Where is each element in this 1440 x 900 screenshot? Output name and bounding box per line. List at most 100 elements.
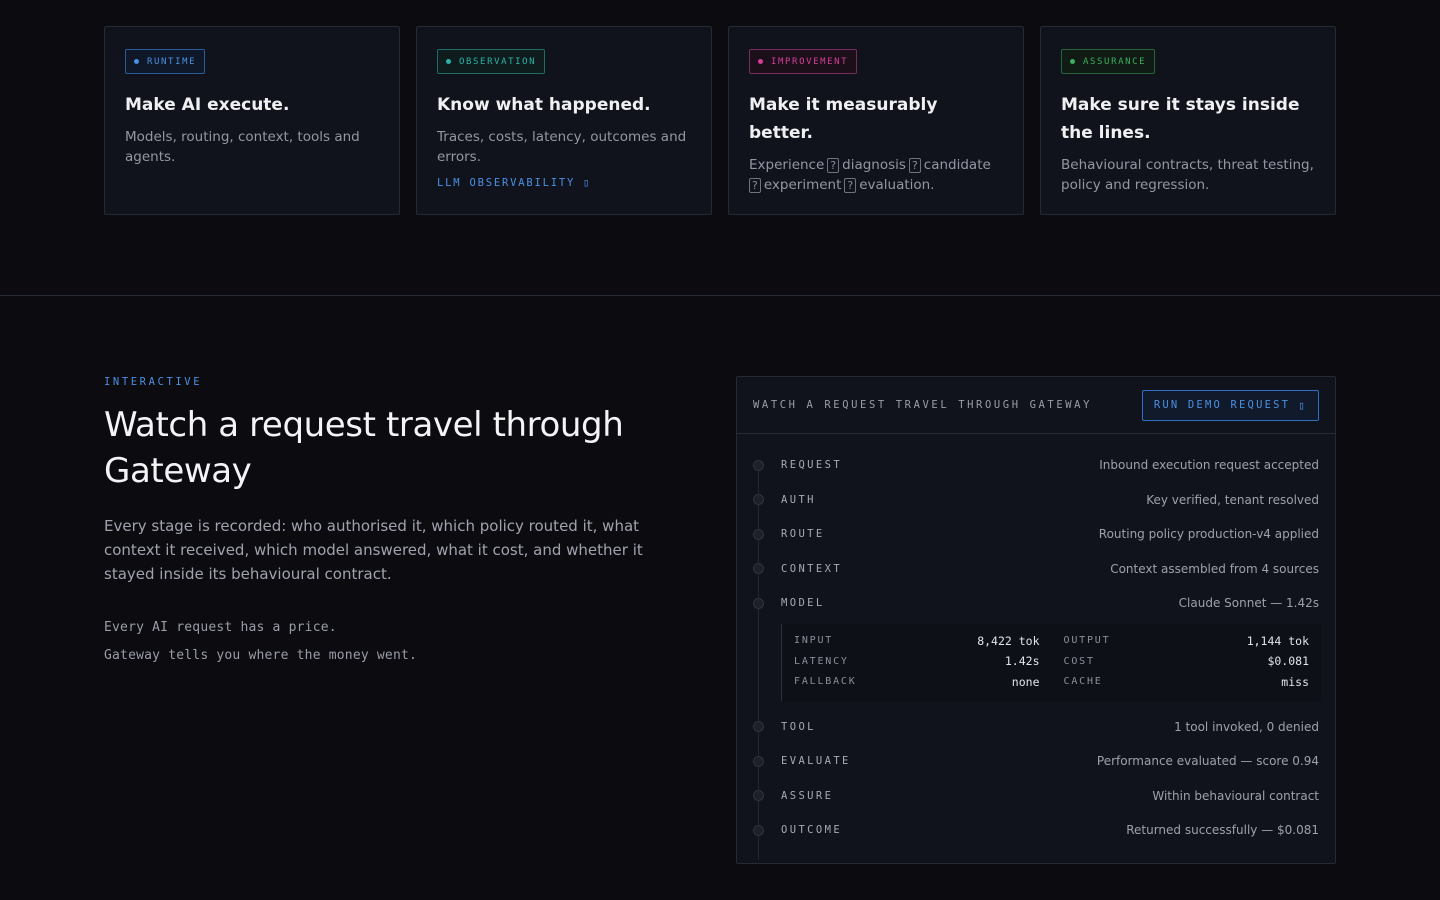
heading-line: Watch a request travel through bbox=[104, 405, 624, 445]
step-evaluate: EVALUATE Performance evaluated — score 0… bbox=[753, 744, 1319, 779]
step-label: ROUTE bbox=[781, 528, 825, 541]
step-node-icon bbox=[753, 824, 764, 836]
step-label: AUTH bbox=[781, 493, 816, 506]
metric-row: OUTPUT 1,144 tok bbox=[1064, 631, 1310, 652]
card-body: Models, routing, context, tools and agen… bbox=[125, 129, 360, 165]
step-detail: Within behavioural contract bbox=[1152, 788, 1319, 803]
section-divider bbox=[0, 295, 1440, 296]
step-context: CONTEXT Context assembled from 4 sources bbox=[753, 552, 1319, 587]
badge-label: IMPROVEMENT bbox=[771, 56, 849, 67]
section-heading: Watch a request travel through Gateway bbox=[104, 402, 684, 494]
step-label: ASSURE bbox=[781, 789, 834, 802]
metric-row: INPUT 8,422 tok bbox=[794, 631, 1040, 652]
step-detail: Routing policy production-v4 applied bbox=[1098, 527, 1319, 542]
badge-dot-icon bbox=[758, 59, 763, 64]
metric-row: CACHE miss bbox=[1064, 672, 1310, 693]
metric-value: 1.42s bbox=[1004, 654, 1040, 669]
metric-row: LATENCY 1.42s bbox=[794, 651, 1040, 672]
card-assurance: ASSURANCE Make sure it stays inside the … bbox=[1040, 26, 1336, 215]
badge-observation: OBSERVATION bbox=[437, 49, 546, 74]
card-improvement: IMPROVEMENT Make it measurably better. E… bbox=[728, 26, 1024, 215]
gateway-demo-panel: WATCH A REQUEST TRAVEL THROUGH GATEWAY R… bbox=[736, 376, 1336, 864]
panel-title: WATCH A REQUEST TRAVEL THROUGH GATEWAY bbox=[753, 399, 1093, 411]
eyebrow: INTERACTIVE bbox=[104, 376, 203, 388]
step-detail: Key verified, tenant resolved bbox=[1146, 492, 1319, 507]
metric-value: miss bbox=[1281, 674, 1309, 689]
step-detail: Inbound execution request accepted bbox=[1099, 458, 1319, 473]
badge-assurance: ASSURANCE bbox=[1061, 49, 1156, 74]
metric-row: COST $0.081 bbox=[1064, 651, 1310, 672]
badge-runtime: RUNTIME bbox=[125, 49, 206, 74]
step-detail: 1 tool invoked, 0 denied bbox=[1174, 719, 1319, 734]
feature-cards: RUNTIME Make AI execute. Models, routing… bbox=[104, 26, 1336, 215]
step-node-icon bbox=[753, 755, 764, 767]
step-route: ROUTE Routing policy production-v4 appli… bbox=[753, 517, 1319, 552]
step-label: CONTEXT bbox=[781, 562, 843, 575]
metric-value: 8,422 tok bbox=[977, 633, 1040, 648]
badge-label: ASSURANCE bbox=[1083, 56, 1147, 67]
step-node-icon bbox=[753, 597, 764, 609]
step-node-icon bbox=[753, 528, 764, 540]
badge-dot-icon bbox=[1070, 59, 1075, 64]
step-label: OUTCOME bbox=[781, 824, 843, 837]
step-detail: Performance evaluated — score 0.94 bbox=[1096, 754, 1319, 769]
body-part: experiment bbox=[763, 177, 842, 193]
llm-observability-link[interactable]: LLM OBSERVABILITY ▯ bbox=[437, 177, 591, 189]
step-detail: Claude Sonnet — 1.42s bbox=[1178, 596, 1319, 611]
step-tool: TOOL 1 tool invoked, 0 denied bbox=[753, 710, 1319, 745]
step-auth: AUTH Key verified, tenant resolved bbox=[753, 483, 1319, 518]
card-title: Make sure it stays inside the lines. bbox=[1061, 95, 1300, 143]
body-part: evaluation. bbox=[859, 177, 935, 193]
card-body: Traces, costs, latency, outcomes and err… bbox=[437, 129, 687, 165]
step-request: REQUEST Inbound execution request accept… bbox=[753, 448, 1319, 483]
arrow-icon: ? bbox=[844, 178, 857, 193]
metric-key: LATENCY bbox=[794, 655, 849, 667]
step-label: MODEL bbox=[781, 597, 825, 610]
badge-improvement: IMPROVEMENT bbox=[749, 49, 858, 74]
step-node-icon bbox=[753, 790, 764, 802]
step-node-icon bbox=[753, 494, 764, 506]
badge-label: RUNTIME bbox=[147, 56, 197, 67]
step-detail: Context assembled from 4 sources bbox=[1110, 561, 1319, 576]
card-title: Make it measurably better. bbox=[749, 95, 938, 143]
run-demo-request-button[interactable]: RUN DEMO REQUEST ▯ bbox=[1141, 389, 1319, 421]
step-node-icon bbox=[753, 563, 764, 575]
metric-key: COST bbox=[1063, 655, 1095, 667]
badge-dot-icon bbox=[446, 59, 451, 64]
metric-row: FALLBACK none bbox=[794, 672, 1040, 693]
step-label: EVALUATE bbox=[781, 755, 851, 768]
interactive-intro: INTERACTIVE Watch a request travel throu… bbox=[104, 376, 684, 663]
card-title: Make AI execute. bbox=[125, 95, 290, 115]
metric-key: CACHE bbox=[1063, 676, 1103, 688]
metrics-left: INPUT 8,422 tok LATENCY 1.42s FALLBACK none bbox=[794, 631, 1040, 701]
play-icon: ▯ bbox=[1298, 398, 1307, 412]
arrow-icon: ? bbox=[908, 158, 921, 173]
body-part: diagnosis bbox=[842, 157, 906, 173]
run-demo-label: RUN DEMO REQUEST bbox=[1153, 399, 1291, 411]
card-title: Know what happened. bbox=[437, 95, 651, 115]
card-body: Experience? diagnosis? candidate? experimen… bbox=[749, 155, 1003, 195]
card-observation: OBSERVATION Know what happened. Traces, … bbox=[416, 26, 712, 215]
metric-key: FALLBACK bbox=[794, 676, 857, 688]
money-note: Gateway tells you where the money went. bbox=[104, 648, 418, 663]
heading-line: Gateway bbox=[104, 451, 252, 491]
body-part: candidate bbox=[923, 157, 991, 173]
pipeline-steps: REQUEST Inbound execution request accept… bbox=[737, 434, 1335, 860]
arrow-icon: ? bbox=[749, 178, 761, 193]
step-model: MODEL Claude Sonnet — 1.42s bbox=[753, 586, 1319, 621]
arrow-icon: ? bbox=[827, 158, 840, 173]
step-outcome: OUTCOME Returned successfully — $0.081 bbox=[753, 813, 1319, 848]
step-assure: ASSURE Within behavioural contract bbox=[753, 779, 1319, 814]
badge-label: OBSERVATION bbox=[459, 56, 537, 67]
step-label: REQUEST bbox=[781, 459, 843, 472]
metric-value: 1,144 tok bbox=[1246, 633, 1309, 648]
metric-key: INPUT bbox=[794, 635, 834, 647]
metric-value: $0.081 bbox=[1267, 654, 1309, 669]
price-note: Every AI request has a price. bbox=[104, 620, 337, 635]
step-node-icon bbox=[753, 459, 764, 471]
metrics-right: OUTPUT 1,144 tok COST $0.081 CACHE miss bbox=[1064, 631, 1310, 701]
step-node-icon bbox=[753, 721, 764, 733]
step-label: TOOL bbox=[781, 720, 816, 733]
model-metrics: INPUT 8,422 tok LATENCY 1.42s FALLBACK none… bbox=[781, 623, 1321, 701]
card-runtime: RUNTIME Make AI execute. Models, routing… bbox=[104, 26, 400, 215]
